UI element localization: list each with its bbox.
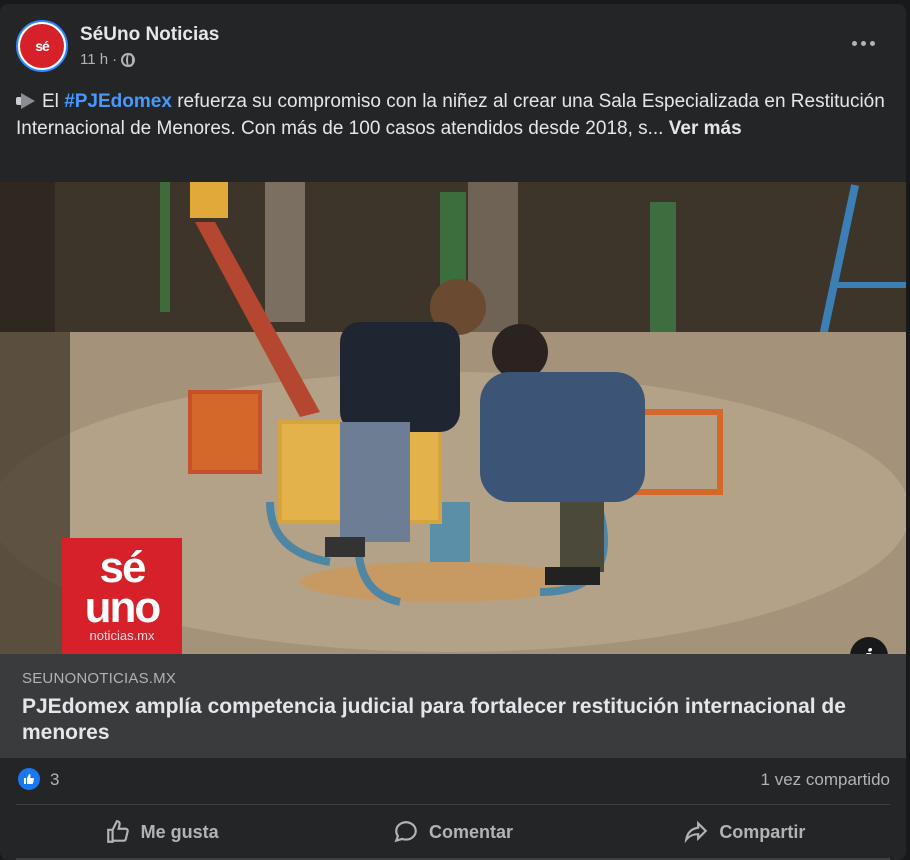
post-card: sé SéUno Noticias 11 h · El #PJEdomex re… [0,4,906,860]
brand-logo-line3: noticias.mx [89,628,155,643]
more-options-icon[interactable] [852,38,878,48]
comment-label: Comentar [428,821,513,842]
comment-icon [394,821,417,843]
brand-logo-line2: uno [84,583,162,632]
link-preview[interactable]: SEUNONOTICIAS.MX PJEdomex amplía compete… [0,654,906,758]
brand-watermark-logo: sé uno noticias.mx [62,538,182,654]
avatar-logo: sé [20,24,64,68]
like-reaction-icon[interactable] [18,768,40,790]
post-text-intro: El [42,91,65,112]
reaction-count[interactable]: 3 [50,770,59,790]
like-button[interactable]: Me gusta [16,810,307,854]
divider [16,804,890,805]
avatar-logo-text: sé [35,38,50,54]
share-label: Compartir [719,821,806,842]
megaphone-icon [16,93,38,109]
share-count[interactable]: 1 vez compartido [761,770,890,790]
page-name[interactable]: SéUno Noticias [80,24,219,46]
link-title[interactable]: PJEdomex amplía competencia judicial par… [22,694,882,746]
share-icon [684,820,708,844]
globe-icon [121,52,136,67]
see-more-link[interactable]: Ver más [669,118,742,139]
hashtag-link[interactable]: #PJEdomex [64,91,172,112]
like-label: Me gusta [140,821,219,842]
post-meta: 11 h · [80,51,136,68]
meta-separator: · [112,51,118,68]
post-time[interactable]: 11 h [80,51,108,68]
reactions-bar: 3 1 vez compartido [16,766,890,796]
page-avatar[interactable]: sé [16,20,68,72]
action-bar: Me gusta Comentar Compartir [16,810,890,854]
post-text: El #PJEdomex refuerza su compromiso con … [16,88,888,142]
share-button[interactable]: Compartir [599,810,890,854]
thumbs-up-icon [106,820,129,843]
post-header: sé SéUno Noticias 11 h · [16,20,890,76]
brand-logo-line1: sé [99,543,147,592]
comment-button[interactable]: Comentar [307,810,598,854]
post-photo[interactable]: sé uno noticias.mx i [0,182,906,654]
link-domain: SEUNONOTICIAS.MX [22,670,177,687]
